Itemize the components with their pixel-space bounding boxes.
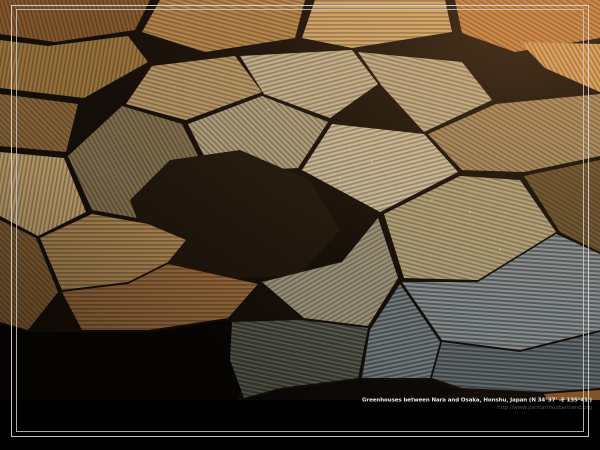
caption-url: http://www.yannarthusbertrand.org [362,404,592,410]
caption-title: Greenhouses between Nara and Osaka, Hons… [362,397,592,404]
greenhouse-patchwork-photo [0,0,600,400]
aerial-photo [0,0,600,400]
photo-caption: Greenhouses between Nara and Osaka, Hons… [362,397,592,411]
shadow-vignette-overlay [0,0,600,400]
